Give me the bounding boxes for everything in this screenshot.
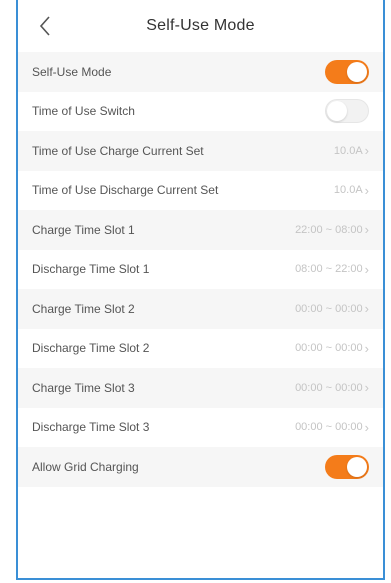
toggle-knob — [347, 61, 367, 82]
toggle-knob — [347, 456, 367, 477]
row-label: Time of Use Switch — [32, 104, 135, 119]
row-discharge-slot-1[interactable]: Discharge Time Slot 1 08:00 ~ 22:00 › — [18, 249, 383, 289]
self-use-mode-toggle[interactable] — [325, 59, 369, 84]
row-value: 10.0A › — [334, 183, 369, 198]
toggle-knob — [327, 101, 347, 122]
row-label: Time of Use Charge Current Set — [32, 143, 204, 158]
value-text: 08:00 ~ 22:00 — [295, 263, 363, 276]
row-value: 00:00 ~ 00:00 › — [295, 301, 369, 316]
row-discharge-slot-3[interactable]: Discharge Time Slot 3 00:00 ~ 00:00 › — [18, 407, 383, 447]
value-text: 00:00 ~ 00:00 — [295, 421, 363, 434]
row-label: Charge Time Slot 3 — [32, 380, 135, 395]
row-charge-current[interactable]: Time of Use Charge Current Set 10.0A › — [18, 131, 383, 171]
row-label: Time of Use Discharge Current Set — [32, 183, 219, 198]
time-of-use-toggle[interactable] — [325, 99, 369, 124]
row-label: Self-Use Mode — [32, 64, 112, 79]
chevron-right-icon: › — [364, 261, 369, 277]
chevron-right-icon: › — [364, 301, 369, 317]
value-text: 10.0A — [333, 144, 363, 157]
row-charge-slot-3[interactable]: Charge Time Slot 3 00:00 ~ 00:00 › — [18, 368, 383, 408]
row-label: Discharge Time Slot 2 — [32, 341, 150, 356]
header: Self-Use Mode — [18, 0, 383, 52]
chevron-right-icon: › — [364, 143, 369, 159]
value-text: 10.0A — [333, 184, 363, 197]
row-label: Charge Time Slot 1 — [32, 222, 135, 237]
row-value: 08:00 ~ 22:00 › — [295, 262, 369, 277]
value-text: 00:00 ~ 00:00 — [295, 302, 363, 315]
row-label: Charge Time Slot 2 — [32, 301, 135, 316]
chevron-right-icon: › — [364, 380, 369, 396]
row-value: 10.0A › — [334, 143, 369, 158]
chevron-right-icon: › — [364, 222, 369, 238]
row-charge-slot-1[interactable]: Charge Time Slot 1 22:00 ~ 08:00 › — [18, 210, 383, 250]
row-time-of-use-switch: Time of Use Switch — [18, 91, 383, 131]
row-charge-slot-2[interactable]: Charge Time Slot 2 00:00 ~ 00:00 › — [18, 289, 383, 329]
row-allow-grid-charging: Allow Grid Charging — [18, 447, 383, 487]
value-text: 00:00 ~ 00:00 — [295, 381, 363, 394]
settings-list: Self-Use Mode Time of Use Switch Time of… — [18, 52, 383, 487]
app-screen: Self-Use Mode Self-Use Mode Time of Use … — [16, 0, 385, 580]
row-label: Allow Grid Charging — [32, 459, 139, 474]
row-value: 00:00 ~ 00:00 › — [295, 420, 369, 435]
row-discharge-current[interactable]: Time of Use Discharge Current Set 10.0A › — [18, 170, 383, 210]
row-label: Discharge Time Slot 1 — [32, 262, 150, 277]
value-text: 22:00 ~ 08:00 — [295, 223, 363, 236]
chevron-right-icon: › — [364, 419, 369, 435]
row-discharge-slot-2[interactable]: Discharge Time Slot 2 00:00 ~ 00:00 › — [18, 328, 383, 368]
back-button[interactable] — [34, 14, 56, 38]
row-value: 00:00 ~ 00:00 › — [295, 380, 369, 395]
chevron-left-icon — [39, 16, 50, 36]
row-value: 00:00 ~ 00:00 › — [295, 341, 369, 356]
value-text: 00:00 ~ 00:00 — [295, 342, 363, 355]
allow-grid-charging-toggle[interactable] — [325, 454, 369, 479]
chevron-right-icon: › — [364, 340, 369, 356]
chevron-right-icon: › — [364, 182, 369, 198]
row-value: 22:00 ~ 08:00 › — [295, 222, 369, 237]
row-label: Discharge Time Slot 3 — [32, 420, 150, 435]
row-self-use-mode: Self-Use Mode — [18, 52, 383, 92]
page-title: Self-Use Mode — [146, 17, 255, 34]
